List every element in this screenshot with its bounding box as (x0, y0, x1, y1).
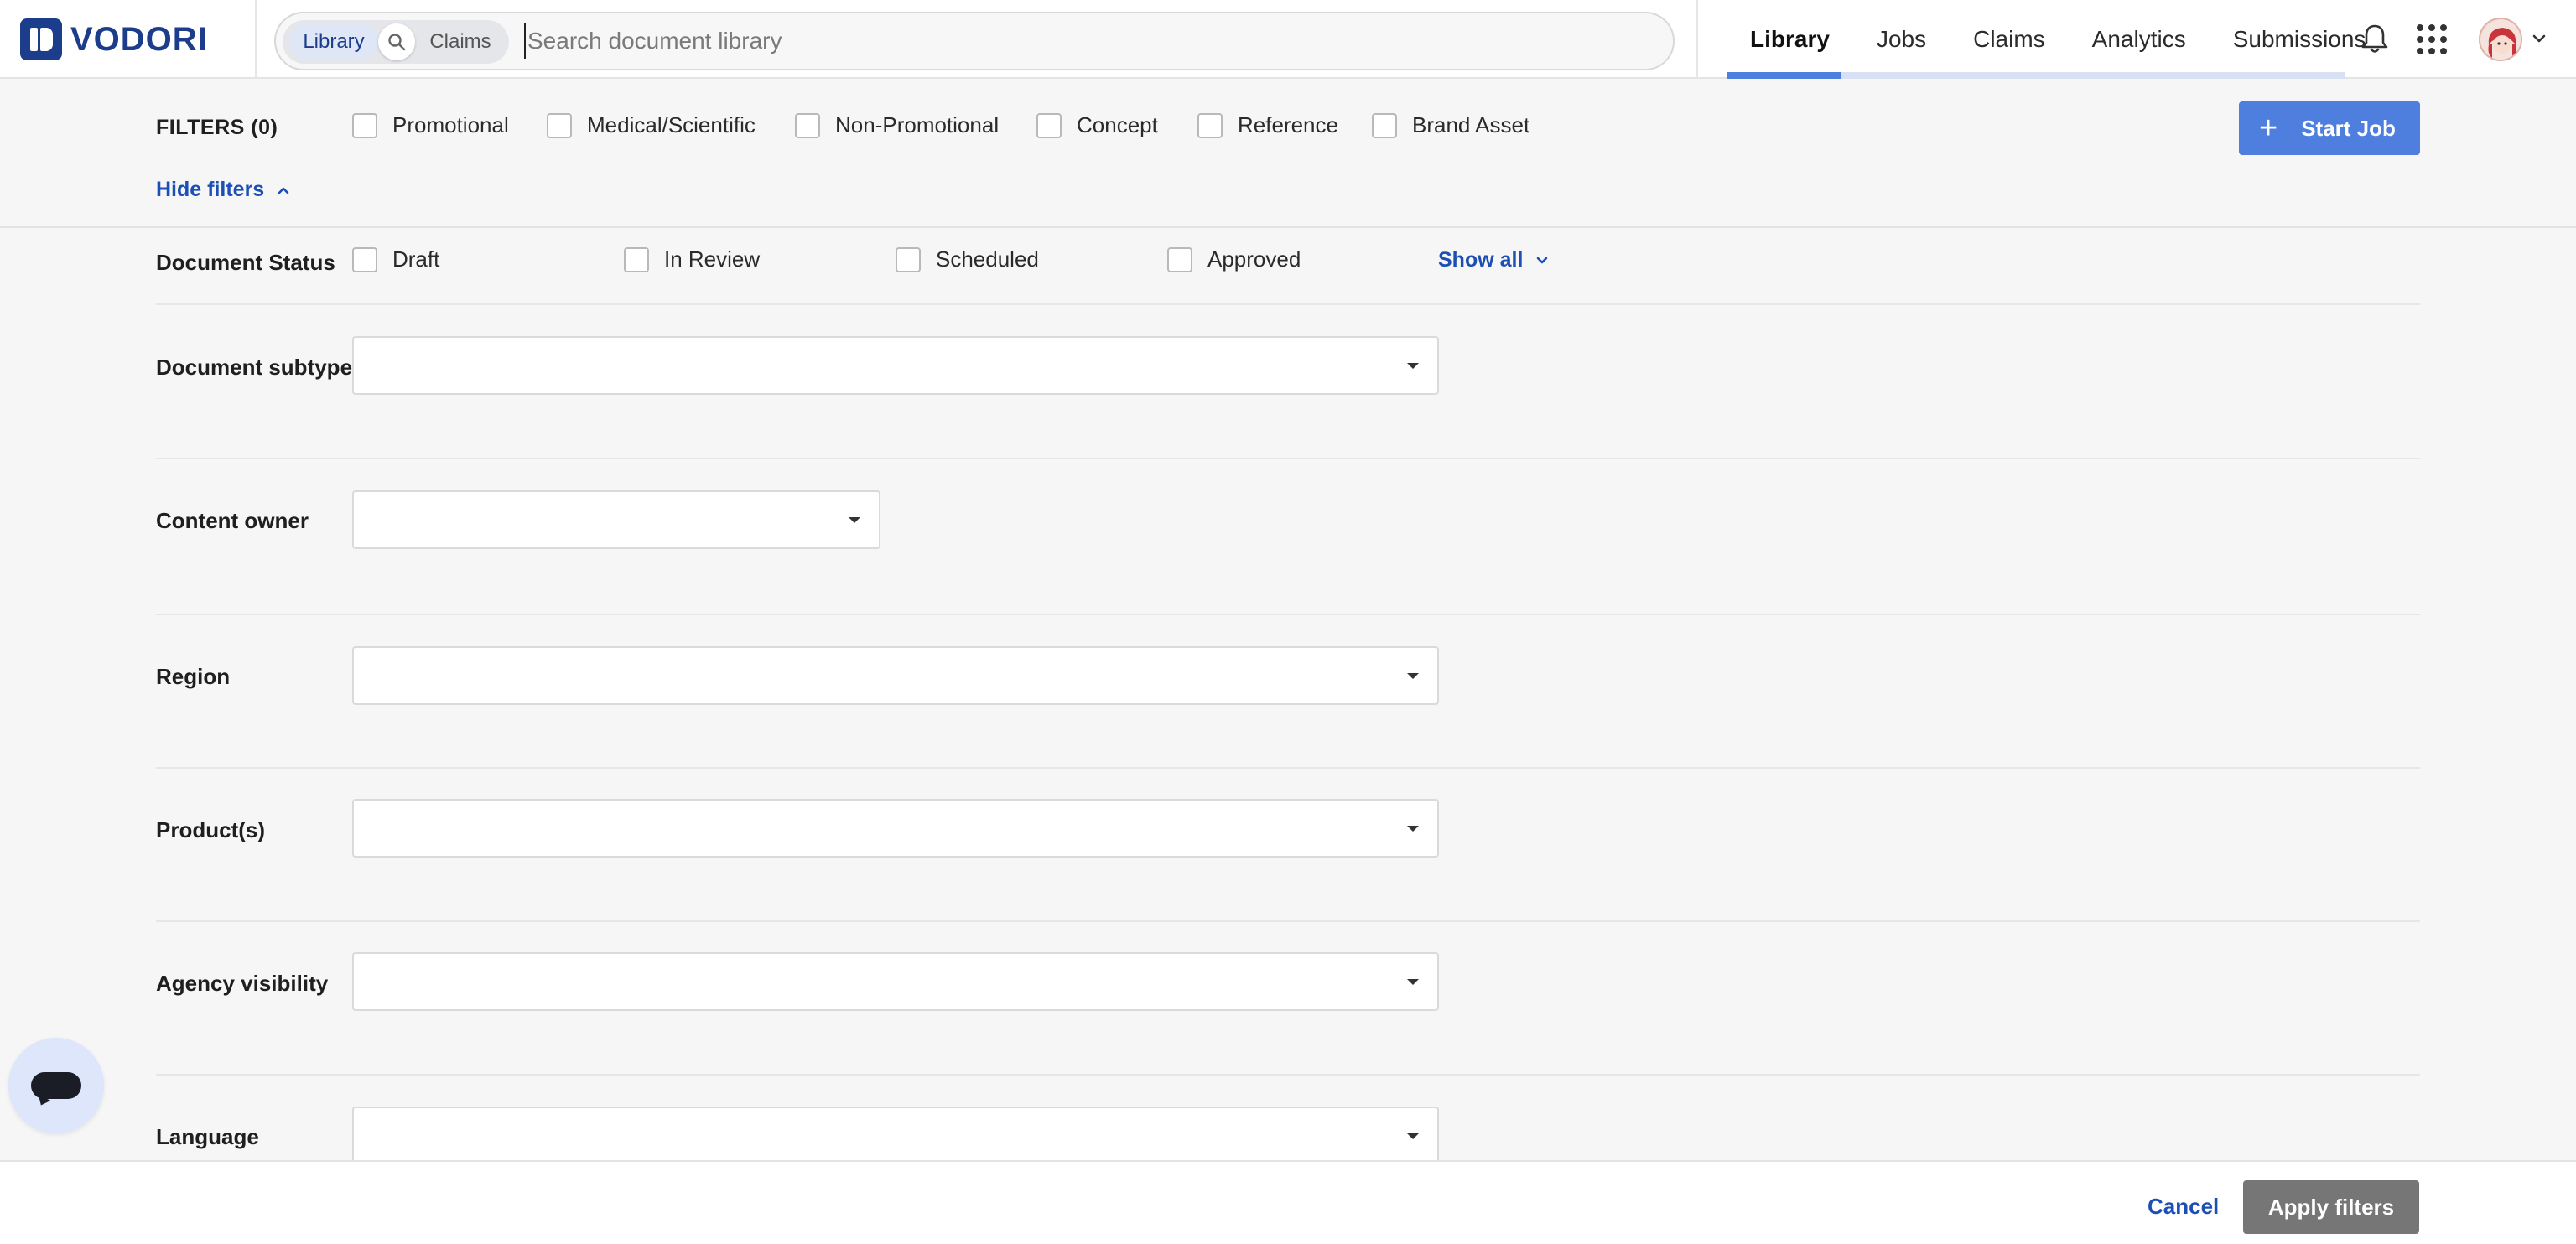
checkbox[interactable] (624, 246, 649, 272)
grid-icon[interactable] (2417, 24, 2447, 54)
nav-library[interactable]: Library (1727, 0, 1853, 79)
divider (156, 920, 2420, 922)
chat-launcher[interactable] (8, 1038, 104, 1133)
plus-icon: + (2259, 111, 2278, 146)
search-input[interactable] (524, 23, 1648, 59)
caret-down-icon (1407, 826, 1419, 832)
checkbox-label: Reference (1238, 112, 1338, 137)
avatar[interactable] (2479, 18, 2522, 61)
content-owner-select[interactable] (352, 490, 880, 549)
caret-down-icon (1407, 979, 1419, 985)
content-owner-label: Content owner (156, 508, 309, 533)
vodori-logo[interactable]: VODORI (20, 18, 208, 60)
checkbox-label: Brand Asset (1412, 112, 1530, 137)
region-label: Region (156, 664, 231, 689)
search-icon (378, 23, 415, 60)
checkbox[interactable] (896, 246, 921, 272)
chevron-down-icon (1537, 257, 1548, 263)
filter-checkbox-promotional[interactable]: Promotional (352, 112, 509, 138)
checkbox-label: Draft (392, 246, 440, 272)
nav-analytics[interactable]: Analytics (2069, 0, 2210, 79)
status-checkbox-scheduled[interactable]: Scheduled (896, 246, 1039, 272)
scope-library-option[interactable]: Library (289, 23, 378, 60)
vodori-logo-mark-icon (20, 18, 62, 60)
filters-title: FILTERS (0) (156, 116, 278, 139)
caret-down-icon (1407, 673, 1419, 679)
checkbox[interactable] (352, 112, 377, 138)
checkbox[interactable] (1036, 112, 1062, 138)
document-subtype-select[interactable] (352, 336, 1439, 395)
checkbox-label: Approved (1208, 246, 1301, 272)
language-select[interactable] (352, 1107, 1439, 1165)
chat-icon (31, 1072, 81, 1099)
filter-checkbox-reference[interactable]: Reference (1197, 112, 1338, 138)
filter-checkbox-concept[interactable]: Concept (1036, 112, 1158, 138)
checkbox-label: Scheduled (936, 246, 1039, 272)
chevron-up-icon (278, 187, 289, 194)
divider (1696, 0, 1698, 79)
caret-down-icon (1407, 1133, 1419, 1139)
checkbox-label: Non-Promotional (835, 112, 1000, 137)
checkbox[interactable] (352, 246, 377, 272)
nav-claims[interactable]: Claims (1950, 0, 2069, 79)
document-subtype-label: Document subtype (156, 355, 353, 380)
chevron-down-icon[interactable] (2531, 30, 2547, 47)
checkbox[interactable] (795, 112, 820, 138)
bell-icon[interactable] (2358, 23, 2392, 56)
checkbox-label: Medical/Scientific (587, 112, 756, 137)
main-nav: Library Jobs Claims Analytics Submission… (1727, 0, 2389, 79)
products-label: Product(s) (156, 817, 265, 842)
region-select[interactable] (352, 646, 1439, 705)
scope-claims-option[interactable]: Claims (417, 23, 504, 60)
agency-visibility-label: Agency visibility (156, 971, 329, 996)
filter-checkbox-medical-scientific[interactable]: Medical/Scientific (547, 112, 756, 138)
apply-filters-button[interactable]: Apply filters (2243, 1180, 2419, 1234)
divider (156, 303, 2420, 305)
brand-name: VODORI (70, 20, 208, 58)
hide-filters-label: Hide filters (156, 178, 265, 201)
language-label: Language (156, 1124, 259, 1149)
show-all-label: Show all (1438, 248, 1524, 272)
caret-down-icon (849, 517, 860, 523)
checkbox[interactable] (1372, 112, 1397, 138)
divider (255, 0, 257, 79)
search-bar: Library Claims (274, 12, 1675, 70)
divider (156, 1074, 2420, 1076)
checkbox[interactable] (547, 112, 572, 138)
nav-jobs[interactable]: Jobs (1853, 0, 1950, 79)
document-status-label: Document Status (156, 250, 335, 275)
agency-visibility-select[interactable] (352, 952, 1439, 1011)
divider (156, 458, 2420, 459)
hide-filters-toggle[interactable]: Hide filters (156, 178, 291, 202)
show-all-toggle[interactable]: Show all (1438, 248, 1550, 272)
checkbox[interactable] (1167, 246, 1192, 272)
status-checkbox-in-review[interactable]: In Review (624, 246, 760, 272)
filter-checkbox-non-promotional[interactable]: Non-Promotional (795, 112, 999, 138)
checkbox-label: Concept (1077, 112, 1158, 137)
checkbox[interactable] (1197, 112, 1223, 138)
divider (156, 614, 2420, 615)
caret-down-icon (1407, 363, 1419, 369)
divider (156, 767, 2420, 769)
start-job-button[interactable]: + Start Job (2239, 101, 2420, 155)
divider (0, 226, 2576, 228)
status-checkbox-approved[interactable]: Approved (1167, 246, 1301, 272)
products-select[interactable] (352, 799, 1439, 858)
checkbox-label: In Review (664, 246, 761, 272)
checkbox-label: Promotional (392, 112, 509, 137)
status-checkbox-draft[interactable]: Draft (352, 246, 439, 272)
search-scope-toggle[interactable]: Library Claims (283, 20, 509, 64)
filter-checkbox-brand-asset[interactable]: Brand Asset (1372, 112, 1530, 138)
top-bar: VODORI Library Claims Library Jobs Claim… (0, 0, 2576, 79)
start-job-label: Start Job (2301, 115, 2396, 141)
cancel-button[interactable]: Cancel (2148, 1194, 2219, 1220)
